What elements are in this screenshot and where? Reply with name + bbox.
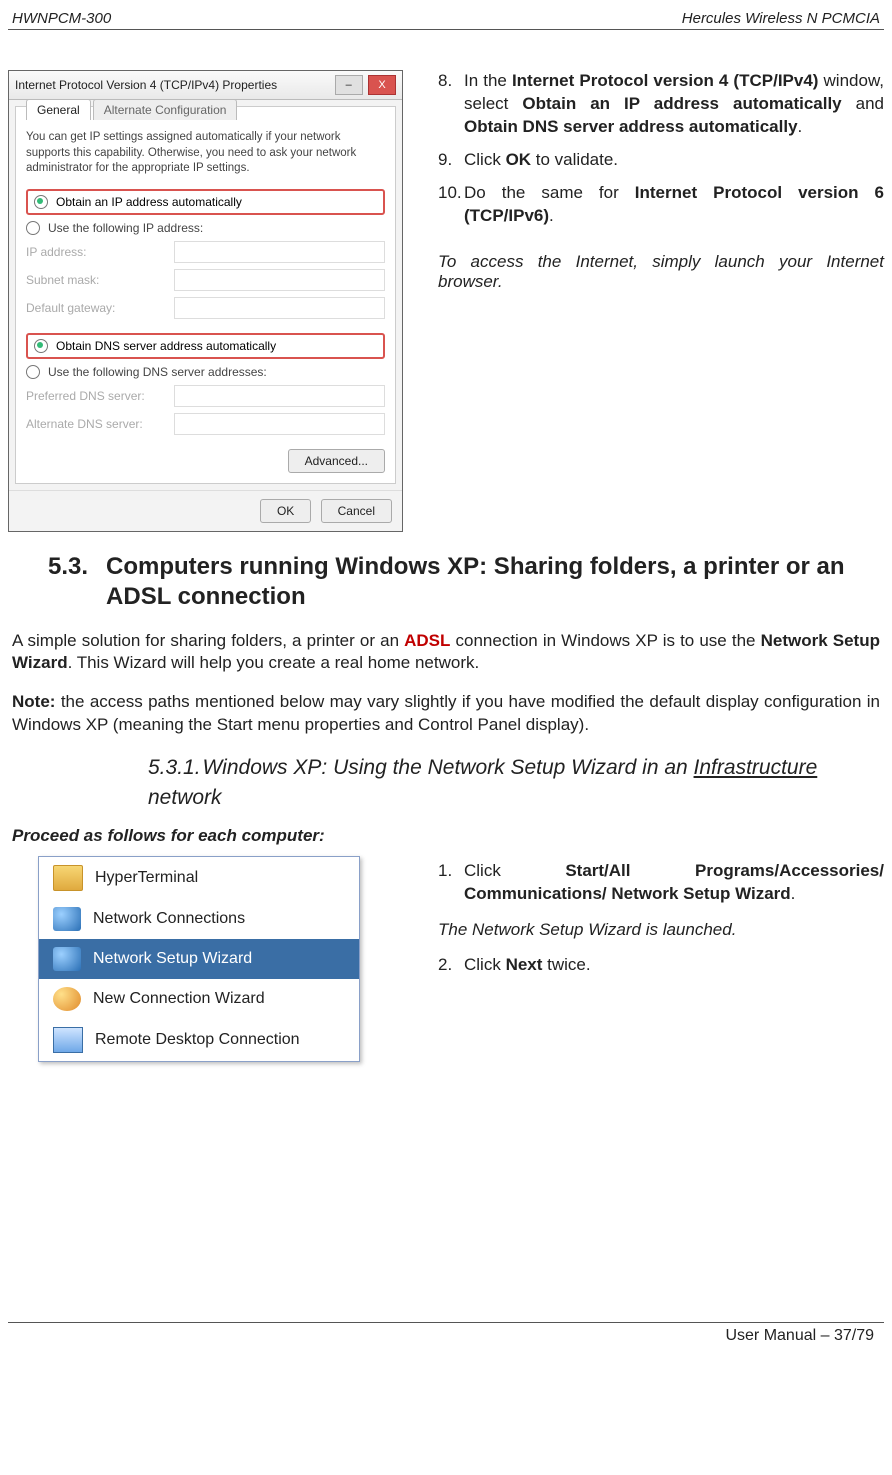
cancel-button[interactable]: Cancel — [321, 499, 392, 523]
infrastructure-term: Infrastructure — [694, 756, 818, 779]
browser-note: To access the Internet, simply launch yo… — [438, 252, 884, 292]
row-ipv4-dialog-and-steps: Internet Protocol Version 4 (TCP/IPv4) P… — [8, 70, 884, 532]
field-label: Alternate DNS server: — [26, 417, 166, 431]
advanced-row: Advanced... — [26, 449, 385, 473]
field-label: Preferred DNS server: — [26, 389, 166, 403]
para-simple-solution: A simple solution for sharing folders, a… — [12, 630, 880, 676]
radio-use-following-ip[interactable]: Use the following IP address: — [26, 221, 385, 235]
steps-1-to-2: 1. Click Start/All Programs/Accessories/… — [438, 856, 884, 1062]
close-button[interactable]: X — [368, 75, 396, 95]
step-number: 1. — [438, 860, 464, 906]
tab-alternate-configuration[interactable]: Alternate Configuration — [93, 99, 238, 120]
step-number: 9. — [438, 149, 464, 172]
gw-input[interactable] — [174, 297, 385, 319]
minimize-button[interactable]: – — [335, 75, 363, 95]
step-2: 2. Click Next twice. — [438, 954, 884, 977]
field-label: IP address: — [26, 245, 166, 259]
step-1: 1. Click Start/All Programs/Accessories/… — [438, 860, 884, 906]
tab-general[interactable]: General — [26, 99, 91, 120]
radio-label: Use the following DNS server addresses: — [48, 365, 267, 379]
ok-button[interactable]: OK — [260, 499, 311, 523]
section-5-3-heading: 5.3. Computers running Windows XP: Shari… — [48, 552, 880, 612]
step-number: 2. — [438, 954, 464, 977]
remote-desktop-icon — [53, 1027, 83, 1053]
header-left: HWNPCM-300 — [12, 10, 111, 27]
section-number: 5.3. — [48, 552, 88, 612]
menu-item-hyperterminal[interactable]: HyperTerminal — [39, 857, 359, 899]
radio-label: Obtain an IP address automatically — [56, 195, 242, 209]
field-default-gateway: Default gateway: — [26, 297, 385, 319]
advanced-button[interactable]: Advanced... — [288, 449, 385, 473]
step-10: 10. Do the same for Internet Protocol ve… — [438, 182, 884, 228]
field-ip-address: IP address: — [26, 241, 385, 263]
menu-item-label: Network Setup Wizard — [93, 950, 252, 968]
wizard-launched-note: The Network Setup Wizard is launched. — [438, 920, 884, 940]
field-subnet-mask: Subnet mask: — [26, 269, 385, 291]
dialog-description: You can get IP settings assigned automat… — [26, 130, 385, 177]
network-icon — [53, 947, 81, 971]
dialog-footer-buttons: OK Cancel — [9, 490, 402, 531]
menu-item-label: HyperTerminal — [95, 869, 198, 887]
menu-item-remote-desktop-connection[interactable]: Remote Desktop Connection — [39, 1019, 359, 1061]
subsection-number: 5.3.1. — [148, 756, 201, 779]
dialog-titlebar: Internet Protocol Version 4 (TCP/IPv4) P… — [9, 71, 402, 100]
header-rule — [8, 29, 884, 30]
xp-menu-figure: HyperTerminal Network Connections Networ… — [8, 856, 408, 1062]
step-number: 8. — [438, 70, 464, 139]
row-xpmenu-and-steps: HyperTerminal Network Connections Networ… — [8, 856, 884, 1062]
proceed-instruction: Proceed as follows for each computer: — [12, 826, 880, 846]
radio-icon — [26, 365, 40, 379]
xp-communications-menu: HyperTerminal Network Connections Networ… — [38, 856, 360, 1062]
radio-obtain-dns-auto[interactable]: Obtain DNS server address automatically — [26, 333, 385, 359]
menu-item-label: Network Connections — [93, 910, 245, 928]
field-label: Default gateway: — [26, 301, 166, 315]
window-buttons: – X — [333, 75, 396, 95]
adsl-term: ADSL — [404, 631, 450, 650]
field-preferred-dns: Preferred DNS server: — [26, 385, 385, 407]
network-icon — [53, 907, 81, 931]
dialog-body: General Alternate Configuration You can … — [15, 106, 396, 484]
page-header: HWNPCM-300 Hercules Wireless N PCMCIA — [8, 10, 884, 29]
radio-obtain-ip-auto[interactable]: Obtain an IP address automatically — [26, 189, 385, 215]
ip-input[interactable] — [174, 241, 385, 263]
menu-item-label: Remote Desktop Connection — [95, 1031, 300, 1049]
menu-item-network-setup-wizard[interactable]: Network Setup Wizard — [39, 939, 359, 979]
section-title: Computers running Windows XP: Sharing fo… — [106, 552, 880, 612]
dns2-input[interactable] — [174, 413, 385, 435]
step-9: 9. Click OK to validate. — [438, 149, 884, 172]
menu-item-new-connection-wizard[interactable]: New Connection Wizard — [39, 979, 359, 1019]
radio-icon — [34, 339, 48, 353]
menu-item-network-connections[interactable]: Network Connections — [39, 899, 359, 939]
step-8: 8. In the Internet Protocol version 4 (T… — [438, 70, 884, 139]
wizard-icon — [53, 987, 81, 1011]
field-label: Subnet mask: — [26, 273, 166, 287]
dns1-input[interactable] — [174, 385, 385, 407]
dialog-tabs: General Alternate Configuration — [26, 99, 385, 120]
page-footer: User Manual – 37/79 — [8, 1322, 884, 1349]
step-number: 10. — [438, 182, 464, 228]
radio-label: Use the following IP address: — [48, 221, 203, 235]
radio-icon — [26, 221, 40, 235]
ipv4-dialog-figure: Internet Protocol Version 4 (TCP/IPv4) P… — [8, 70, 408, 532]
steps-8-to-10: 8. In the Internet Protocol version 4 (T… — [438, 70, 884, 532]
ipv4-dialog: Internet Protocol Version 4 (TCP/IPv4) P… — [8, 70, 403, 532]
radio-use-following-dns[interactable]: Use the following DNS server addresses: — [26, 365, 385, 379]
folder-icon — [53, 865, 83, 891]
menu-item-label: New Connection Wizard — [93, 990, 265, 1008]
header-right: Hercules Wireless N PCMCIA — [682, 10, 880, 27]
para-note-access-paths: Note: the access paths mentioned below m… — [12, 691, 880, 737]
radio-label: Obtain DNS server address automatically — [56, 339, 276, 353]
mask-input[interactable] — [174, 269, 385, 291]
section-5-3-1-heading: 5.3.1.Windows XP: Using the Network Setu… — [148, 753, 880, 812]
field-alternate-dns: Alternate DNS server: — [26, 413, 385, 435]
dialog-title-text: Internet Protocol Version 4 (TCP/IPv4) P… — [15, 78, 277, 92]
radio-icon — [34, 195, 48, 209]
